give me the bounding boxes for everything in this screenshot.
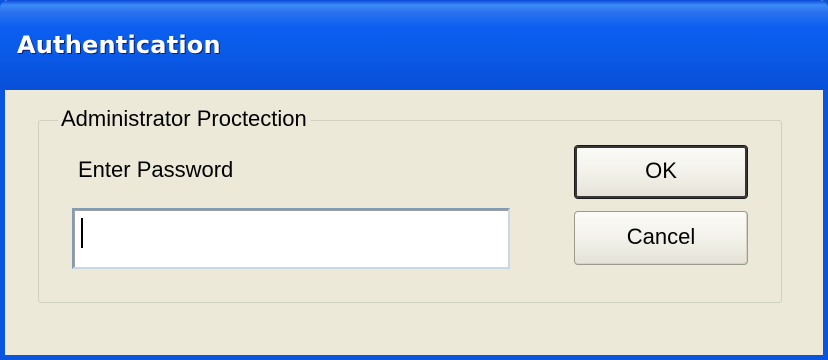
text-caret bbox=[81, 218, 83, 248]
group-label: Administrator Proctection bbox=[58, 105, 311, 133]
password-label: Enter Password bbox=[78, 157, 234, 182]
password-input[interactable] bbox=[72, 208, 510, 269]
title-bar[interactable]: Authentication bbox=[0, 0, 828, 90]
window-title: Authentication bbox=[17, 31, 221, 59]
ok-button[interactable]: OK bbox=[574, 145, 748, 199]
cancel-button[interactable]: Cancel bbox=[574, 211, 748, 265]
